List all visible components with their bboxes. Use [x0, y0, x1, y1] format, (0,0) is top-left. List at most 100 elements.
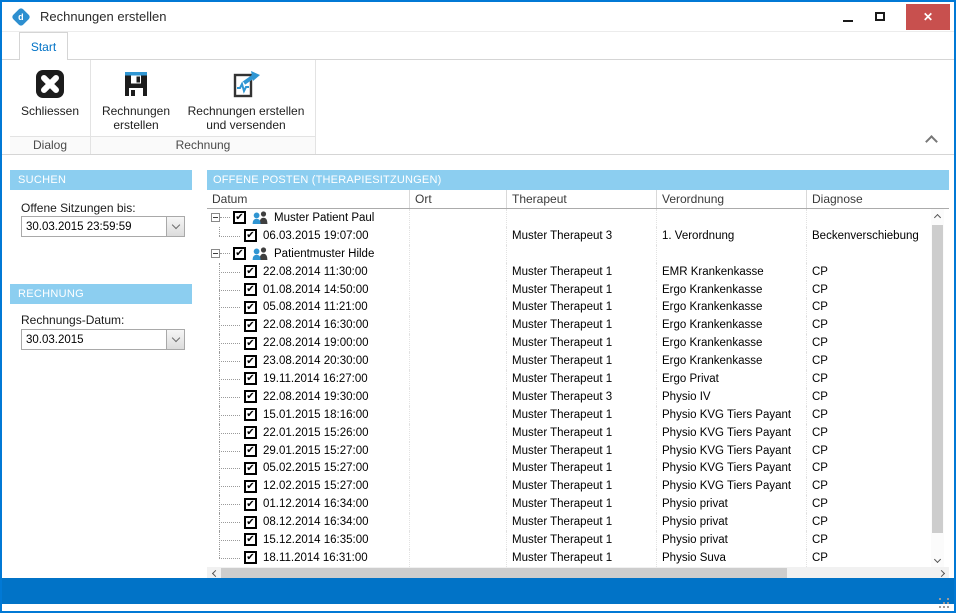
- ort-cell: [410, 352, 507, 370]
- diagnose-cell: CP: [807, 477, 949, 495]
- collapse-ribbon-chevron-icon[interactable]: [925, 135, 938, 148]
- offene-sitzungen-bis-dropdown[interactable]: 30.03.2015 23:59:59: [21, 216, 185, 237]
- session-datetime: 05.08.2014 11:21:00: [263, 301, 368, 313]
- rechnungen-erstellen-button[interactable]: Rechnungen erstellen: [93, 62, 179, 136]
- column-therapeut[interactable]: Therapeut: [507, 190, 657, 208]
- row-checkbox[interactable]: ✔: [244, 337, 257, 350]
- session-datetime: 01.12.2014 16:34:00: [263, 498, 369, 510]
- row-checkbox[interactable]: ✔: [244, 408, 257, 421]
- session-datetime: 12.02.2015 15:27:00: [263, 480, 369, 492]
- session-datetime: 01.08.2014 14:50:00: [263, 284, 369, 296]
- row-checkbox[interactable]: ✔: [244, 229, 257, 242]
- table-column-header: Datum Ort Therapeut Verordnung Diagnose: [207, 190, 949, 209]
- session-row[interactable]: ✔06.03.2015 19:07:00Muster Therapeut 31.…: [207, 227, 949, 245]
- send-document-icon: [230, 66, 262, 102]
- row-checkbox[interactable]: ✔: [244, 516, 257, 529]
- row-checkbox[interactable]: ✔: [244, 533, 257, 546]
- patient-row[interactable]: ✔Patientmuster Hilde: [207, 245, 949, 263]
- session-row[interactable]: ✔15.12.2014 16:35:00Muster Therapeut 1Ph…: [207, 531, 949, 549]
- diagnose-cell: CP: [807, 263, 949, 281]
- ribbon: Schliessen Dialog: [2, 60, 954, 155]
- vertical-scroll-thumb[interactable]: [932, 225, 943, 533]
- column-ort[interactable]: Ort: [410, 190, 507, 208]
- session-row[interactable]: ✔05.08.2014 11:21:00Muster Therapeut 1Er…: [207, 298, 949, 316]
- tree-collapse-toggle[interactable]: [211, 249, 220, 258]
- therapeut-cell: Muster Therapeut 1: [507, 406, 657, 424]
- patient-row[interactable]: ✔ Muster Patient Paul: [207, 209, 949, 227]
- tree-connector: [211, 352, 240, 370]
- row-checkbox[interactable]: ✔: [233, 211, 246, 224]
- row-checkbox[interactable]: ✔: [233, 247, 246, 260]
- dropdown-button[interactable]: [166, 330, 184, 349]
- rechnungen-erstellen-und-versenden-button[interactable]: Rechnungen erstellen und versenden: [179, 62, 313, 136]
- session-row[interactable]: ✔22.08.2014 19:00:00Muster Therapeut 1Er…: [207, 334, 949, 352]
- group-label-rechnung: Rechnung: [91, 136, 315, 154]
- datum-cell: ✔ 01.08.2014 14:50:00: [207, 281, 410, 299]
- session-row[interactable]: ✔22.08.2014 11:30:00Muster Therapeut 1EM…: [207, 263, 949, 281]
- row-checkbox[interactable]: ✔: [244, 355, 257, 368]
- session-row[interactable]: ✔15.01.2015 18:16:00Muster Therapeut 1Ph…: [207, 406, 949, 424]
- session-row[interactable]: ✔01.12.2014 16:34:00Muster Therapeut 1Ph…: [207, 495, 949, 513]
- ort-cell: [410, 424, 507, 442]
- session-row[interactable]: ✔29.01.2015 15:27:00Muster Therapeut 1Ph…: [207, 442, 949, 460]
- maximize-button[interactable]: [864, 4, 896, 30]
- session-datetime: 15.01.2015 18:16:00: [263, 409, 369, 421]
- row-checkbox[interactable]: ✔: [244, 551, 257, 564]
- scroll-down-button[interactable]: [931, 553, 944, 567]
- therapeut-cell: Muster Therapeut 1: [507, 352, 657, 370]
- session-row[interactable]: ✔01.08.2014 14:50:00Muster Therapeut 1Er…: [207, 281, 949, 299]
- session-row[interactable]: ✔18.11.2014 16:31:00Muster Therapeut 1Ph…: [207, 549, 949, 567]
- row-checkbox[interactable]: ✔: [244, 265, 257, 278]
- row-checkbox[interactable]: ✔: [244, 319, 257, 332]
- ort-cell: [410, 477, 507, 495]
- chevron-down-icon: [934, 555, 941, 562]
- tab-start[interactable]: Start: [19, 32, 68, 60]
- row-checkbox[interactable]: ✔: [244, 426, 257, 439]
- row-checkbox[interactable]: ✔: [244, 480, 257, 493]
- row-checkbox[interactable]: ✔: [244, 283, 257, 296]
- verordnung-cell: Ergo Krankenkasse: [657, 281, 807, 299]
- ribbon-group-dialog: Schliessen Dialog: [10, 60, 91, 154]
- therapeut-cell: Muster Therapeut 1: [507, 424, 657, 442]
- row-checkbox[interactable]: ✔: [244, 498, 257, 511]
- session-row[interactable]: ✔05.02.2015 15:27:00Muster Therapeut 1Ph…: [207, 459, 949, 477]
- row-checkbox[interactable]: ✔: [244, 301, 257, 314]
- close-button[interactable]: ✕: [906, 4, 950, 30]
- diagnose-cell: CP: [807, 531, 949, 549]
- patient-name: Muster Patient Paul: [274, 212, 374, 224]
- ort-cell: [410, 209, 507, 227]
- verordnung-cell: Physio privat: [657, 531, 807, 549]
- session-row[interactable]: ✔22.08.2014 16:30:00Muster Therapeut 1Er…: [207, 316, 949, 334]
- window-controls: ✕: [832, 2, 954, 31]
- row-checkbox[interactable]: ✔: [244, 462, 257, 475]
- column-verordnung[interactable]: Verordnung: [657, 190, 807, 208]
- datum-cell: ✔ 29.01.2015 15:27:00: [207, 442, 410, 460]
- resize-grip[interactable]: [939, 598, 951, 610]
- session-row[interactable]: ✔08.12.2014 16:34:00Muster Therapeut 1Ph…: [207, 513, 949, 531]
- therapeut-cell: Muster Therapeut 1: [507, 263, 657, 281]
- rechnungs-datum-dropdown[interactable]: 30.03.2015: [21, 329, 185, 350]
- ort-cell: [410, 406, 507, 424]
- vertical-scrollbar[interactable]: [931, 209, 944, 567]
- session-row[interactable]: ✔19.11.2014 16:27:00Muster Therapeut 1Er…: [207, 370, 949, 388]
- minimize-button[interactable]: [832, 4, 864, 30]
- scroll-up-button[interactable]: [931, 209, 944, 223]
- row-checkbox[interactable]: ✔: [244, 444, 257, 457]
- tree-collapse-toggle[interactable]: [211, 213, 220, 222]
- schliessen-button[interactable]: Schliessen: [12, 62, 88, 136]
- session-datetime: 29.01.2015 15:27:00: [263, 445, 369, 457]
- session-datetime: 22.08.2014 11:30:00: [263, 266, 368, 278]
- column-datum[interactable]: Datum: [207, 190, 410, 208]
- ribbon-tab-strip: Start: [2, 32, 954, 60]
- therapeut-cell: Muster Therapeut 1: [507, 495, 657, 513]
- session-row[interactable]: ✔23.08.2014 20:30:00Muster Therapeut 1Er…: [207, 352, 949, 370]
- dropdown-button[interactable]: [166, 217, 184, 236]
- column-diagnose[interactable]: Diagnose: [807, 190, 949, 208]
- suchen-section-header: SUCHEN: [10, 170, 192, 190]
- row-checkbox[interactable]: ✔: [244, 372, 257, 385]
- datum-cell: ✔23.08.2014 20:30:00: [207, 352, 410, 370]
- row-checkbox[interactable]: ✔: [244, 390, 257, 403]
- session-row[interactable]: ✔22.01.2015 15:26:00Muster Therapeut 1Ph…: [207, 424, 949, 442]
- session-row[interactable]: ✔12.02.2015 15:27:00Muster Therapeut 1Ph…: [207, 477, 949, 495]
- session-row[interactable]: ✔22.08.2014 19:30:00Muster Therapeut 3Ph…: [207, 388, 949, 406]
